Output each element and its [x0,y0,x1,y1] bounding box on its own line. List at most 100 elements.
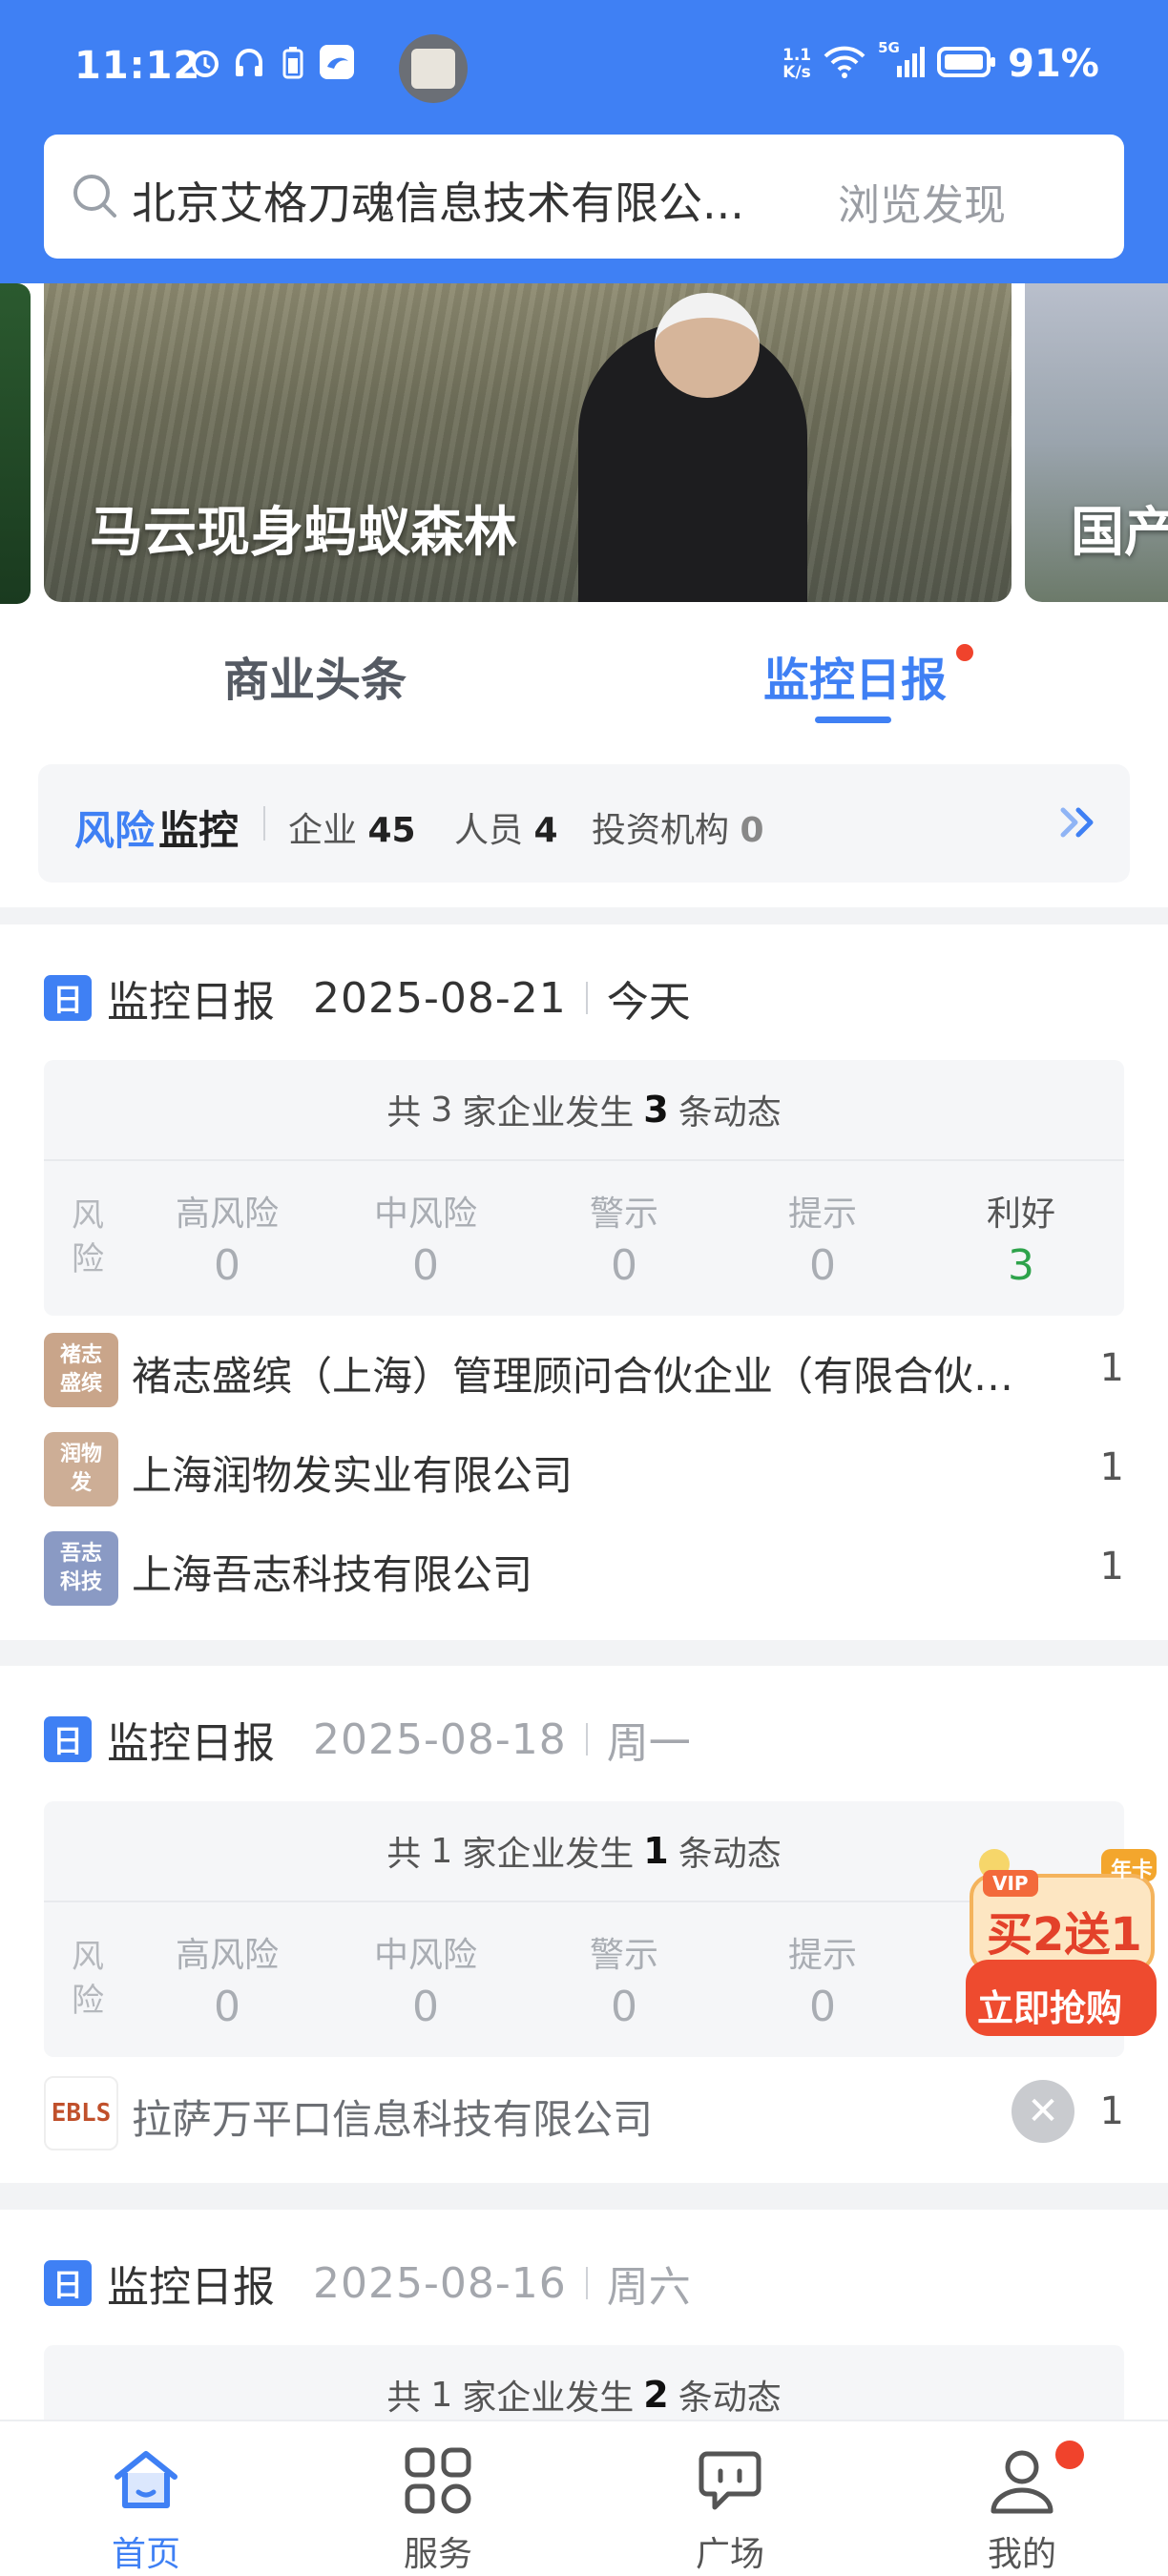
browse-discover-link[interactable]: 浏览发现 [838,171,1006,232]
risk-positive: 利好 3 [986,1195,1055,1290]
list-item[interactable]: EBLS 拉萨万平口信息科技有限公司 1 [44,2072,1124,2154]
battery-icon [937,46,996,82]
report-header: 日 监控日报 2025-08-16 周六 [44,2259,691,2312]
risk-high: 高风险 0 [175,1936,279,2031]
tab-monitor-daily[interactable]: 监控日报 [763,642,947,709]
floating-avatar[interactable] [399,34,468,103]
vip-offer: 买2送1 [987,1908,1142,1962]
news-carousel[interactable]: 马云现身蚂蚁森林 国产 [0,283,1168,604]
report-day: 今天 [606,978,691,1027]
risk-monitor-section: 风险 监控 企业 45 人员 4 投资机构 0 [0,737,1168,907]
chat-icon [699,2451,761,2510]
risk-monitor-title-b: 监控 [158,807,240,854]
risk-notice: 提示 0 [787,1195,857,1290]
nav-service-label: 服务 [403,2535,472,2574]
calendar-icon: 日 [44,2260,92,2306]
nav-mine-label: 我的 [987,2535,1056,2574]
nav-service[interactable]: 服务 [292,2421,584,2576]
monitored-investors[interactable]: 投资机构 0 [592,802,764,852]
report-summary[interactable]: 共 3 家企业发生 3 条动态 风险 高风险 0 中风险 0 警示 0 提示 0 利好 3 [44,1060,1124,1316]
company-logo: 吾志 科技 [44,1531,118,1606]
report-header: 日 监控日报 2025-08-21 今天 [44,973,691,1027]
company-logo: 褚志 盛缤 [44,1333,118,1407]
vip-annual-tag: 年卡 [1111,1859,1154,1882]
list-item[interactable]: 吾志 科技 上海吾志科技有限公司 1 [44,1527,1124,1610]
summary-line: 共 1 家企业发生 2 条动态 [44,2345,1124,2420]
company-name: 上海吾志科技有限公司 [132,1551,533,1598]
nav-mine[interactable]: 我的 [876,2421,1168,2576]
list-item[interactable]: 润物 发 上海润物发实业有限公司 1 [44,1428,1124,1510]
event-count: 1 [1099,2089,1124,2133]
report-day: 周六 [606,2263,691,2312]
risk-monitor-bar[interactable]: 风险 监控 企业 45 人员 4 投资机构 0 [38,764,1130,883]
monitored-people[interactable]: 人员 4 [454,802,558,852]
search-bar[interactable]: 北京艾格刀魂信息技术有限公... 浏览发现 [44,135,1124,259]
company-name: 褚志盛缤（上海）管理顾问合伙企业（有限合伙… [132,1353,1014,1400]
risk-high: 高风险 0 [175,1195,279,1290]
app-header: 11:12 1.1 K/s 5G 91% 北京艾格刀魂信息技术有限公... 浏览… [0,0,1168,283]
tab-notification-dot [956,644,973,661]
user-icon [991,2450,1053,2514]
net-speed: 1.1 K/s [782,46,812,82]
cellular-signal-icon: 5G [878,39,926,83]
divider [585,982,588,1014]
report-summary[interactable]: 共 1 家企业发生 2 条动态 [44,2345,1124,2420]
search-input[interactable]: 北京艾格刀魂信息技术有限公... [132,169,744,232]
vip-badge: VIP [992,1872,1029,1895]
daily-report-card[interactable]: 日 监控日报 2025-08-21 今天 共 3 家企业发生 3 条动态 风险 高风险 0… [0,924,1168,1640]
event-count: 1 [1099,1346,1124,1390]
status-time: 11:12 [74,44,201,88]
status-icons-right: 1.1 K/s 5G 91% [782,39,1099,86]
calendar-icon: 日 [44,1716,92,1762]
feed-tabs: 商业头条 监控日报 [0,604,1168,737]
close-icon[interactable]: ✕ [1012,2080,1074,2143]
list-item[interactable]: 褚志 盛缤 褚志盛缤（上海）管理顾问合伙企业（有限合伙… 1 [44,1329,1124,1411]
risk-warning: 警示 0 [589,1195,658,1290]
risk-notice: 提示 0 [787,1936,857,2031]
active-tab-indicator [815,717,891,723]
status-bar: 11:12 1.1 K/s 5G 91% [0,0,1168,134]
status-icons-left [187,44,355,80]
banner-next-peek[interactable]: 国产 [1025,283,1168,602]
banner-next-title: 国产 [1071,502,1168,564]
summary-line: 共 3 家企业发生 3 条动态 [44,1060,1124,1161]
app-notification-icon [319,44,355,80]
report-title: 监控日报 [107,2263,275,2312]
risk-label: 风险 [72,1938,104,2020]
risk-label: 风险 [72,1196,104,1278]
banner-title: 马云现身蚂蚁森林 [90,502,517,564]
daily-report-card[interactable]: 日 监控日报 2025-08-16 周六 共 1 家企业发生 2 条动态 [0,2210,1168,2420]
report-title: 监控日报 [107,1719,275,1768]
report-header: 日 监控日报 2025-08-18 周一 [44,1715,691,1768]
nav-notification-dot [1055,2441,1084,2469]
company-logo: EBLS [44,2076,118,2150]
nav-home[interactable]: 首页 [0,2421,292,2576]
vip-buy-button[interactable]: 立即抢购 [977,1979,1122,2031]
risk-medium: 中风险 0 [373,1195,477,1290]
company-logo: 润物 发 [44,1432,118,1506]
company-name: 上海润物发实业有限公司 [132,1452,574,1499]
risk-warning: 警示 0 [589,1936,658,2031]
search-icon [71,172,120,225]
calendar-icon: 日 [44,975,92,1021]
battery-percent: 91% [1008,42,1099,86]
company-name: 拉萨万平口信息科技有限公司 [132,2096,654,2143]
nav-square[interactable]: 广场 [584,2421,876,2576]
home-icon [115,2451,177,2508]
monitored-companies[interactable]: 企业 45 [288,802,416,852]
event-count: 1 [1099,1545,1124,1589]
divider [585,1723,588,1755]
report-title: 监控日报 [107,978,275,1027]
report-date: 2025-08-21 [313,973,567,1023]
headphones-icon [231,44,267,80]
banner-main[interactable]: 马云现身蚂蚁森林 [44,283,1012,602]
banner-prev-peek[interactable] [0,283,31,604]
tab-business-headlines[interactable]: 商业头条 [223,642,407,709]
double-chevron-right-icon[interactable] [1055,800,1101,848]
vip-promo-float[interactable]: VIP 年卡 买2送1 立即抢购 [958,1843,1162,2044]
bottom-navigation: 首页 服务 广场 我的 [0,2420,1168,2576]
grid-icon [405,2447,471,2514]
wifi-icon [823,45,866,83]
nav-square-label: 广场 [695,2535,764,2574]
risk-monitor-title-a: 风险 [74,807,156,854]
